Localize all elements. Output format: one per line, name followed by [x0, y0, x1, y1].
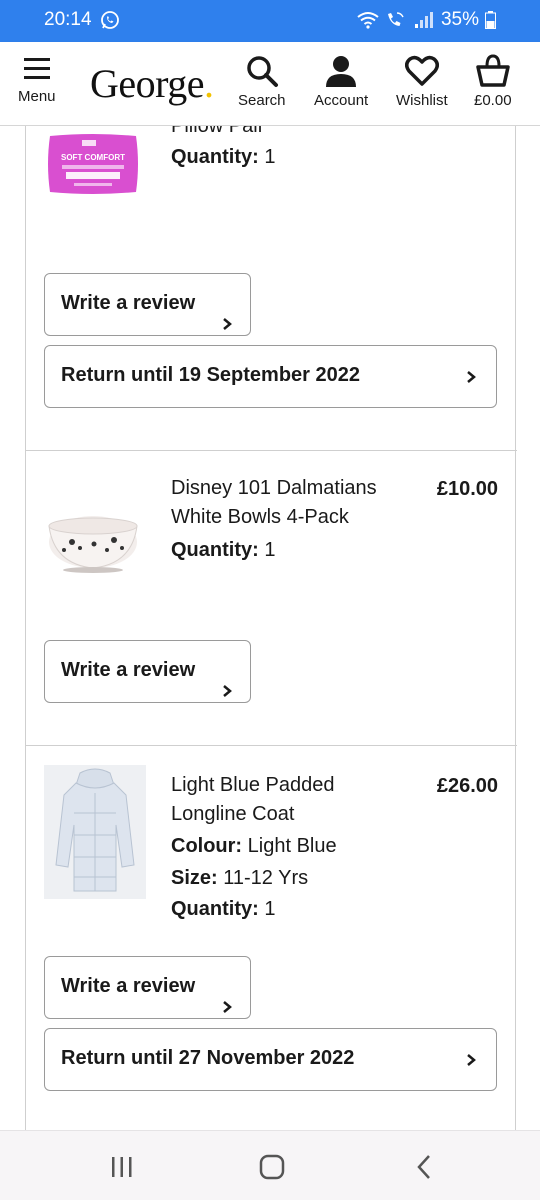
item-divider — [26, 450, 517, 451]
account-label: Account — [314, 92, 369, 109]
search-icon — [247, 56, 278, 87]
item-divider — [26, 745, 517, 746]
return-button[interactable]: Return until 27 November 2022 — [44, 1028, 497, 1091]
return-label: Return until 19 September 2022 — [61, 364, 360, 386]
pillow-pack-text: SOFT COMFORT — [61, 153, 125, 162]
chevron-right-icon — [223, 318, 232, 330]
wishlist-button[interactable]: Wishlist — [396, 54, 448, 109]
quantity-value: 1 — [258, 898, 276, 920]
quantity-label: Quantity: — [171, 898, 259, 920]
account-button[interactable]: Account — [314, 54, 368, 109]
product-title[interactable]: Disney 101 Dalmatians White Bowls 4-Pack — [171, 474, 401, 532]
basket-icon — [476, 54, 510, 87]
whatsapp-icon — [101, 11, 119, 29]
chevron-right-icon — [467, 371, 476, 383]
order-items-container: SOFT COMFORT Pillow Pair Quantity: 1 Wri… — [25, 126, 517, 1130]
write-review-button[interactable]: Write a review — [44, 273, 251, 336]
write-review-label: Write a review — [61, 975, 196, 997]
back-icon[interactable] — [410, 1153, 440, 1181]
chevron-right-icon — [467, 1054, 476, 1066]
product-price: £10.00 — [436, 478, 498, 500]
write-review-button[interactable]: Write a review — [44, 640, 251, 703]
home-icon[interactable] — [257, 1153, 287, 1181]
logo-dot: . — [204, 61, 214, 106]
product-price: £26.00 — [436, 775, 498, 797]
write-review-label: Write a review — [61, 659, 196, 681]
status-bar: 20:14 35% — [0, 0, 540, 42]
colour-label: Colour: — [171, 835, 243, 857]
wishlist-label: Wishlist — [396, 92, 448, 109]
quantity-value: 1 — [258, 146, 276, 168]
call-wifi-icon — [387, 12, 404, 26]
coat-product-image — [44, 765, 146, 899]
system-nav-bar — [0, 1130, 540, 1200]
quantity-row: Quantity: 1 — [171, 539, 275, 562]
menu-button[interactable]: Menu — [18, 54, 56, 105]
search-button[interactable]: Search — [238, 54, 286, 109]
menu-label: Menu — [18, 88, 56, 105]
chevron-right-icon — [223, 685, 232, 697]
hamburger-icon — [23, 58, 50, 79]
size-row: Size: 11-12 Yrs — [171, 867, 308, 890]
product-title[interactable]: Light Blue Padded Longline Coat — [171, 771, 401, 829]
basket-total: £0.00 — [474, 92, 512, 109]
george-logo[interactable]: George. — [90, 60, 214, 107]
logo-text: George — [90, 61, 205, 106]
size-label: Size: — [171, 867, 218, 889]
write-review-label: Write a review — [61, 292, 196, 314]
battery-percent: 35% — [440, 9, 479, 30]
return-button[interactable]: Return until 19 September 2022 — [44, 345, 497, 408]
status-icons: 35% — [357, 9, 496, 31]
colour-value: Light Blue — [242, 835, 337, 857]
quantity-row: Quantity: 1 — [171, 898, 275, 921]
order-details[interactable]: SOFT COMFORT Pillow Pair Quantity: 1 Wri… — [0, 126, 540, 1130]
quantity-label: Quantity: — [171, 539, 259, 561]
wifi-icon — [357, 12, 379, 29]
return-label: Return until 27 November 2022 — [61, 1047, 355, 1069]
size-value: 11-12 Yrs — [217, 867, 309, 889]
recent-apps-icon[interactable] — [107, 1153, 137, 1181]
heart-icon — [404, 55, 439, 86]
signal-icon — [414, 12, 433, 28]
chevron-right-icon — [223, 1001, 232, 1013]
pillow-product-image: SOFT COMFORT — [44, 132, 142, 196]
colour-row: Colour: Light Blue — [171, 835, 337, 858]
search-label: Search — [238, 92, 286, 109]
quantity-value: 1 — [258, 539, 276, 561]
product-title[interactable]: Pillow Pair — [171, 126, 401, 141]
battery-icon — [485, 11, 496, 29]
bowls-product-image — [48, 516, 138, 573]
quantity-row: Quantity: 1 — [171, 146, 275, 169]
status-time: 20:14 — [44, 9, 92, 30]
app-header: Menu George. Search Account Wishlist £0.… — [0, 42, 540, 126]
quantity-label: Quantity: — [171, 146, 259, 168]
basket-button[interactable]: £0.00 — [474, 54, 512, 109]
account-icon — [326, 56, 357, 87]
write-review-button[interactable]: Write a review — [44, 956, 251, 1019]
